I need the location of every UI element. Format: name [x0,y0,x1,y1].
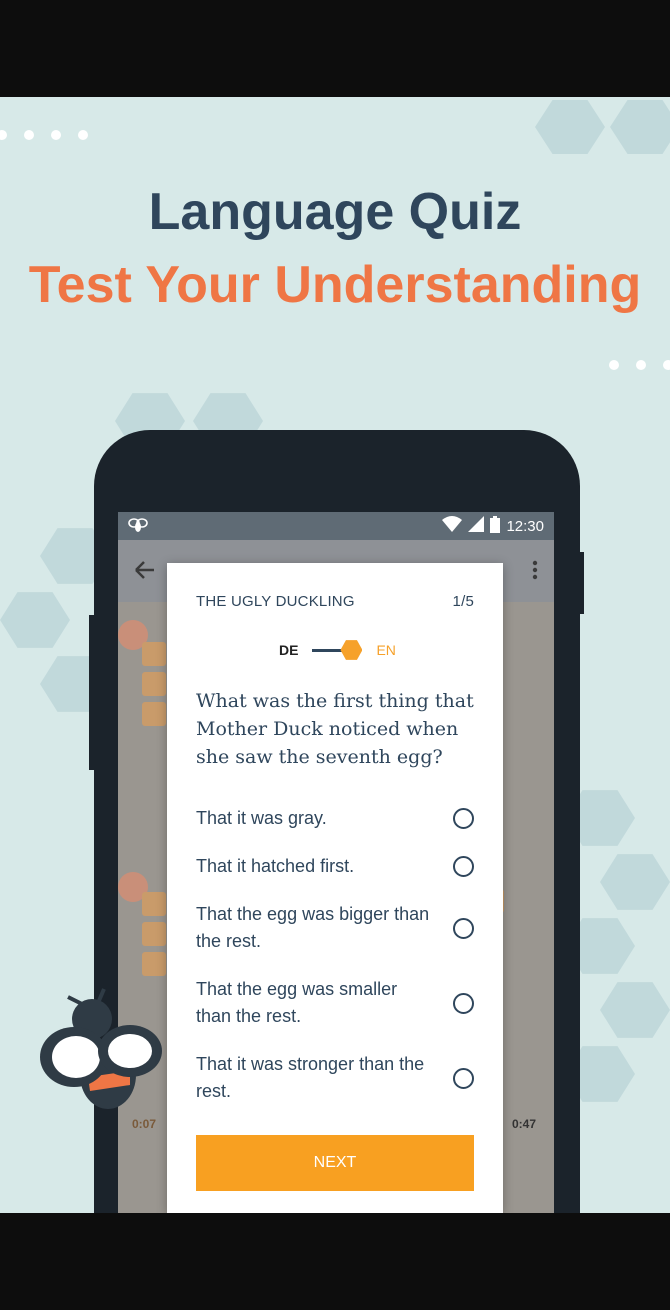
wifi-icon [442,516,463,536]
answer-option[interactable]: That it was stronger than the rest. [196,1051,476,1105]
top-letterbox [0,0,670,97]
answer-option[interactable]: That it hatched first. [196,853,476,880]
hex-decoration [600,982,670,1038]
quiz-dialog: THE UGLY DUCKLING 1/5 DE EN What was the… [167,563,503,1213]
hex-decoration [535,100,605,154]
lang-to: EN [376,642,396,658]
language-toggle[interactable]: DE EN [279,639,396,661]
audio-elapsed: 0:07 [132,1117,157,1131]
option-label: That the egg was bigger than the rest. [196,904,430,951]
radio-button[interactable] [453,1067,474,1089]
highlighted-line [142,952,166,976]
headline-subtitle: Test Your Understanding [28,256,642,314]
quiz-progress: 1/5 [452,593,474,610]
phone-side-button [89,615,95,770]
status-time: 12:30 [506,517,544,535]
bee-mascot-icon [38,985,168,1115]
radio-button[interactable] [453,992,474,1014]
option-label: That the egg was smaller than the rest. [196,979,398,1026]
headline-title: Language Quiz [148,183,522,241]
quiz-question: What was the first thing that Mother Duc… [196,690,474,768]
option-label: That it hatched first. [196,856,355,876]
highlighted-line [142,642,166,666]
highlighted-line [142,922,166,946]
bee-icon [128,515,148,537]
radio-button[interactable] [453,808,474,829]
more-vert-icon[interactable] [532,556,538,587]
radio-button[interactable] [453,856,474,877]
quiz-header: THE UGLY DUCKLING 1/5 [196,593,474,610]
answer-option[interactable]: That it was gray. [196,805,476,832]
option-label: That it was gray. [196,808,327,828]
dots-decoration [0,130,88,140]
highlighted-line [142,672,166,696]
signal-icon [468,516,485,536]
audio-total: 0:47 [512,1117,537,1131]
next-button[interactable]: NEXT [196,1135,474,1191]
hex-decoration [610,100,670,154]
bottom-letterbox [0,1213,670,1310]
back-arrow-icon[interactable] [134,556,156,587]
hex-decoration [0,592,70,648]
lang-from: DE [279,642,299,658]
toggle-thumb-hex-icon[interactable] [340,640,363,660]
story-title: THE UGLY DUCKLING [196,593,355,610]
phone-side-button [578,552,584,614]
radio-button[interactable] [453,917,474,939]
option-label: That it was stronger than the rest. [196,1054,425,1101]
status-bar: 12:30 [118,512,554,540]
highlighted-line [142,702,166,726]
hex-decoration [600,854,670,910]
highlighted-line [142,892,166,916]
answer-option[interactable]: That the egg was smaller than the rest. [196,976,476,1030]
dots-decoration [609,360,670,370]
answer-option[interactable]: That the egg was bigger than the rest. [196,901,476,955]
battery-icon [490,515,501,537]
